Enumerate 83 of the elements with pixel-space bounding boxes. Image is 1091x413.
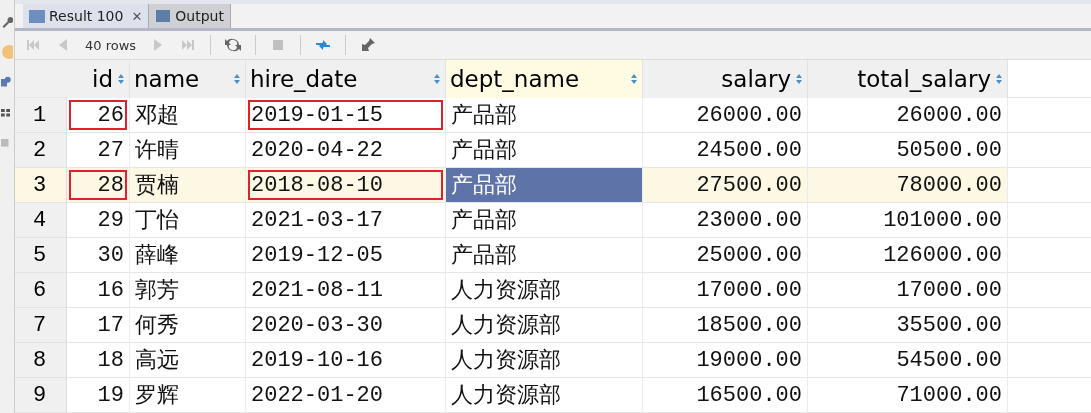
- table-cell: 17000.00: [808, 273, 1008, 308]
- table-cell: 许晴: [130, 133, 246, 168]
- table-cell: 27500.00: [643, 168, 808, 203]
- table-cell: 71000.00: [808, 378, 1008, 413]
- table-cell: 产品部: [446, 238, 643, 273]
- table-cell: 18500.00: [643, 308, 808, 343]
- table-cell: 邓超: [130, 98, 246, 133]
- column-header[interactable]: total_salary: [808, 60, 1008, 98]
- table-cell: 2019-01-15: [246, 98, 446, 133]
- table-cell: 人力资源部: [446, 378, 643, 413]
- table-cell: 101000.00: [808, 203, 1008, 238]
- table-cell: 人力资源部: [446, 343, 643, 378]
- table-cell: 18: [67, 343, 130, 378]
- table-cell: 郭芳: [130, 273, 246, 308]
- row-number: 3: [15, 168, 67, 203]
- table-cell: 26000.00: [808, 98, 1008, 133]
- table-cell: 2019-12-05: [246, 238, 446, 273]
- table-cell: 30: [67, 238, 130, 273]
- table-cell: 126000.00: [808, 238, 1008, 273]
- row-number: 5: [15, 238, 67, 273]
- table-cell: 2022-01-20: [246, 378, 446, 413]
- table-cell: 24500.00: [643, 133, 808, 168]
- table-cell: 产品部: [446, 203, 643, 238]
- sort-icon[interactable]: [995, 73, 1003, 85]
- table-cell: 19000.00: [643, 343, 808, 378]
- row-number: 2: [15, 133, 67, 168]
- table-cell: 17000.00: [643, 273, 808, 308]
- refresh-icon[interactable]: [225, 37, 242, 54]
- table-cell: 17: [67, 308, 130, 343]
- table-cell: 人力资源部: [446, 273, 643, 308]
- row-number: 1: [15, 98, 67, 133]
- table-cell: 19: [67, 378, 130, 413]
- row-number: 8: [15, 343, 67, 378]
- sort-icon[interactable]: [433, 73, 441, 85]
- table-cell: 23000.00: [643, 203, 808, 238]
- column-header[interactable]: id: [67, 60, 130, 98]
- sort-icon[interactable]: [795, 73, 803, 85]
- tab[interactable]: Output: [149, 4, 231, 29]
- table-cell: 2019-10-16: [246, 343, 446, 378]
- table-cell: 2020-04-22: [246, 133, 446, 168]
- table-cell: 人力资源部: [446, 308, 643, 343]
- tab[interactable]: Result 100 ✕: [23, 4, 150, 29]
- table-cell: 高远: [130, 343, 246, 378]
- table-cell: 35500.00: [808, 308, 1008, 343]
- table-cell: 25000.00: [643, 238, 808, 273]
- table-cell: 50500.00: [808, 133, 1008, 168]
- sort-icon[interactable]: [117, 73, 125, 85]
- table-cell: 罗辉: [130, 378, 246, 413]
- table-cell: 16: [67, 273, 130, 308]
- column-header[interactable]: hire_date: [246, 60, 446, 98]
- table-cell: 54500.00: [808, 343, 1008, 378]
- sort-icon[interactable]: [630, 73, 638, 85]
- table-cell: 何秀: [130, 308, 246, 343]
- table-cell: 2018-08-10: [246, 168, 446, 203]
- table-cell: 29: [67, 203, 130, 238]
- row-number: 6: [15, 273, 67, 308]
- row-count: 40 rows: [85, 37, 137, 53]
- table-cell: 产品部: [446, 133, 643, 168]
- row-number: 9: [15, 378, 67, 413]
- row-number: 7: [15, 308, 67, 343]
- table-cell: 产品部: [446, 168, 643, 203]
- table-icon[interactable]: [29, 8, 45, 25]
- table-cell: 26000.00: [643, 98, 808, 133]
- column-header[interactable]: name: [130, 60, 246, 98]
- wrench-icon[interactable]: [1, 14, 13, 30]
- column-header[interactable]: salary: [643, 60, 808, 98]
- table-cell: 28: [67, 168, 130, 203]
- close-button[interactable]: ✕: [131, 8, 143, 24]
- table-cell: 贾楠: [130, 168, 246, 203]
- table-cell: 2021-08-11: [246, 273, 446, 308]
- output-icon[interactable]: [155, 8, 172, 25]
- row-number: 4: [15, 203, 67, 238]
- table-cell: 薛峰: [130, 238, 246, 273]
- sort-icon[interactable]: [233, 73, 241, 85]
- table-cell: 2020-03-30: [246, 308, 446, 343]
- column-header[interactable]: dept_name: [446, 60, 643, 98]
- table-cell: 16500.00: [643, 378, 808, 413]
- table-cell: 产品部: [446, 98, 643, 133]
- table-cell: 27: [67, 133, 130, 168]
- table-cell: 26: [67, 98, 130, 133]
- table-cell: 丁怡: [130, 203, 246, 238]
- table-cell: 78000.00: [808, 168, 1008, 203]
- table-cell: 2021-03-17: [246, 203, 446, 238]
